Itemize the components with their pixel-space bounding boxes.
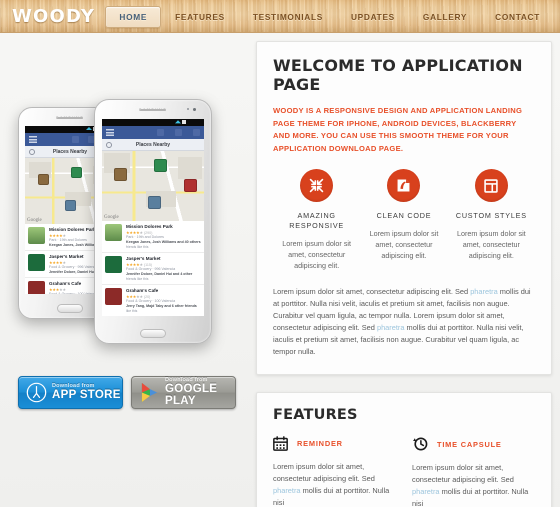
feature-body-link[interactable]: pharetra bbox=[273, 486, 301, 495]
phone-earpiece bbox=[57, 117, 83, 119]
nav-item-home[interactable]: HOME bbox=[105, 5, 162, 28]
feature-column-amazing-responsive: AMAZING RESPONSIVE Lorem ipsum dolor sit… bbox=[273, 169, 360, 271]
nav-item-testimonials[interactable]: TESTIMONIALS bbox=[239, 6, 337, 28]
feature-columns: AMAZING RESPONSIVE Lorem ipsum dolor sit… bbox=[273, 169, 535, 271]
feature-item-body: Lorem ipsum dolor sit amet, consectetur … bbox=[273, 462, 390, 507]
feature-title: CLEAN CODE bbox=[376, 211, 432, 220]
welcome-paragraph: Lorem ipsum dolor sit amet, consectetur … bbox=[273, 286, 535, 358]
place-thumbnail bbox=[105, 288, 122, 305]
app-top-bar-front bbox=[102, 126, 204, 139]
phone-home-button[interactable] bbox=[140, 329, 166, 338]
edit-pencil-icon[interactable] bbox=[387, 169, 421, 202]
status-icons bbox=[175, 120, 187, 124]
app-store-buttons: Download from APP STORE Download from GO… bbox=[18, 376, 236, 409]
paragraph-link-1[interactable]: pharetra bbox=[470, 287, 498, 296]
phone-mockups: SAMSUNG bbox=[0, 37, 252, 367]
map-pin-4[interactable] bbox=[65, 200, 76, 211]
feature-item-title: TIME CAPSULE bbox=[437, 439, 502, 449]
page-title: WELCOME TO APPLICATION PAGE bbox=[273, 56, 523, 94]
place-thumbnail bbox=[105, 224, 122, 241]
list-item[interactable]: Jasper's Market ★★★★★ (115) Food & Groce… bbox=[102, 253, 204, 285]
feature-item-header: TIME CAPSULE bbox=[412, 436, 535, 452]
features-title: FEATURES bbox=[273, 407, 358, 423]
calendar-icon[interactable] bbox=[273, 436, 288, 451]
phone-mockup-front: SAMSUNG 11:27 bbox=[94, 99, 212, 344]
nav-item-features[interactable]: FEATURES bbox=[161, 6, 239, 28]
feature-column-clean-code: CLEAN CODE Lorem ipsum dolor sit amet, c… bbox=[360, 169, 447, 271]
feature-body: Lorem ipsum dolor sit amet, consectetur … bbox=[456, 229, 526, 260]
hamburger-menu-icon[interactable] bbox=[106, 129, 114, 136]
phone-camera-dot bbox=[193, 108, 196, 111]
map-pin-1[interactable] bbox=[38, 174, 49, 185]
messages-icon[interactable] bbox=[175, 129, 182, 136]
feature-item-title: REMINDER bbox=[297, 439, 343, 448]
features-columns: REMINDER Lorem ipsum dolor sit amet, con… bbox=[273, 436, 535, 507]
place-friends-sub: friends like this bbox=[126, 245, 149, 249]
places-list-front: Mission Dolores Park ★★★★★ (290) Park · … bbox=[102, 221, 204, 316]
place-friends-sub: friends like this bbox=[126, 277, 149, 281]
friends-icon[interactable] bbox=[72, 136, 79, 143]
google-play-button[interactable]: Download from GOOGLE PLAY bbox=[131, 376, 236, 409]
map-credit-front: Google bbox=[104, 215, 119, 220]
map-view-front[interactable]: Google bbox=[102, 151, 204, 221]
feature-body: Lorem ipsum dolor sit amet, consectetur … bbox=[282, 239, 352, 270]
place-friends-sub: like this bbox=[126, 309, 138, 313]
place-thumbnail bbox=[105, 256, 122, 273]
feature-item-time-capsule: TIME CAPSULE Lorem ipsum dolor sit amet,… bbox=[412, 436, 535, 507]
apple-icon bbox=[25, 382, 47, 404]
feature-title: CUSTOM STYLES bbox=[455, 211, 527, 220]
friends-icon[interactable] bbox=[157, 129, 164, 136]
time-capsule-clock-icon[interactable] bbox=[412, 436, 428, 452]
paragraph-text-1: Lorem ipsum dolor sit amet, consectetur … bbox=[273, 287, 471, 296]
android-status-bar: 11:27 bbox=[102, 119, 204, 126]
feature-item-reminder: REMINDER Lorem ipsum dolor sit amet, con… bbox=[273, 436, 396, 507]
page-content: SAMSUNG bbox=[0, 33, 560, 507]
main-navigation: HOME FEATURES TESTIMONIALS UPDATES GALLE… bbox=[105, 0, 554, 33]
right-column: WELCOME TO APPLICATION PAGE WOODY IS A R… bbox=[256, 41, 552, 507]
phone-sensor-dot bbox=[187, 108, 189, 110]
map-credit-back: Google bbox=[27, 218, 42, 223]
nav-item-gallery[interactable]: GALLERY bbox=[409, 6, 481, 28]
paragraph-link-2[interactable]: pharetra bbox=[377, 323, 405, 332]
welcome-panel: WELCOME TO APPLICATION PAGE WOODY IS A R… bbox=[256, 41, 552, 375]
nav-item-contact[interactable]: CONTACT bbox=[481, 6, 554, 28]
features-panel: FEATURES REMINDER Lorem ipsum dolor sit … bbox=[256, 392, 552, 507]
map-pin-3[interactable] bbox=[184, 179, 197, 192]
map-pin-1[interactable] bbox=[114, 168, 127, 181]
feature-title: AMAZING RESPONSIVE bbox=[289, 211, 345, 230]
site-logo[interactable]: WOODY bbox=[12, 6, 95, 27]
feature-item-body: Lorem ipsum dolor sit amet, consectetur … bbox=[412, 463, 529, 507]
intro-text: WOODY IS A RESPONSIVE DESIGN AND APPLICA… bbox=[273, 106, 523, 153]
list-item[interactable]: Graham's Cafe ★★★★★ (20) Food & Grocery … bbox=[102, 285, 204, 316]
phone-earpiece bbox=[140, 109, 166, 111]
page-root: WOODY HOME FEATURES TESTIMONIALS UPDATES… bbox=[0, 0, 560, 507]
map-pin-2[interactable] bbox=[154, 159, 167, 172]
google-play-button-title: GOOGLE PLAY bbox=[165, 383, 218, 408]
phone-screen-front: 11:27 Places Nearby bbox=[102, 119, 204, 316]
map-pin-4[interactable] bbox=[148, 196, 161, 209]
list-item[interactable]: Mission Dolores Park ★★★★★ (290) Park · … bbox=[102, 221, 204, 253]
feature-column-custom-styles: CUSTOM STYLES Lorem ipsum dolor sit amet… bbox=[448, 169, 535, 271]
google-play-icon bbox=[138, 382, 160, 404]
feature-item-header: REMINDER bbox=[273, 436, 396, 451]
map-pin-2[interactable] bbox=[71, 167, 82, 178]
app-store-button[interactable]: Download from APP STORE bbox=[18, 376, 123, 409]
compress-arrows-icon[interactable] bbox=[300, 169, 334, 202]
layout-window-icon[interactable] bbox=[474, 169, 508, 202]
phone-home-button[interactable] bbox=[57, 304, 83, 313]
feature-body: Lorem ipsum dolor sit amet, consectetur … bbox=[369, 229, 439, 260]
notifications-icon[interactable] bbox=[193, 129, 200, 136]
left-column: SAMSUNG bbox=[0, 33, 252, 507]
nav-item-updates[interactable]: UPDATES bbox=[337, 6, 409, 28]
site-header: WOODY HOME FEATURES TESTIMONIALS UPDATES… bbox=[0, 0, 560, 33]
app-search-bar-front[interactable]: Places Nearby bbox=[102, 139, 204, 151]
hamburger-menu-icon[interactable] bbox=[29, 136, 37, 143]
search-label-front: Places Nearby bbox=[135, 141, 171, 148]
feature-body-link[interactable]: pharetra bbox=[412, 487, 440, 496]
app-store-button-title: APP STORE bbox=[52, 389, 121, 402]
